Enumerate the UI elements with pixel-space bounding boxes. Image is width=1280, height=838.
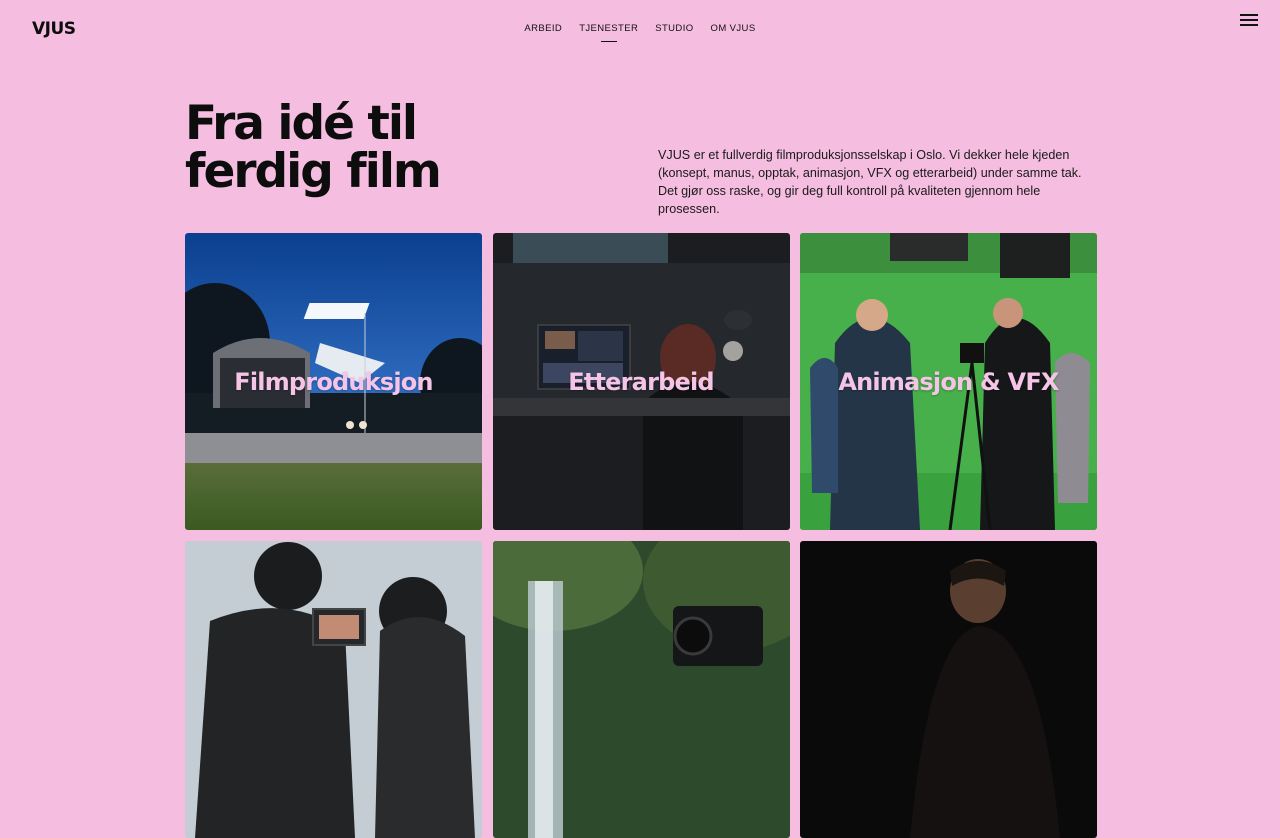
page-title-line-2: ferdig film <box>185 144 442 199</box>
service-card-label: Filmproduksjon <box>234 367 433 396</box>
hamburger-menu-icon[interactable] <box>1240 12 1260 28</box>
service-card-etterarbeid[interactable]: Etterarbeid <box>492 233 790 530</box>
nav-om-vjus[interactable]: OM VJUS <box>711 23 756 37</box>
page-title-line-1: Fra idé til <box>185 96 418 151</box>
service-card-label <box>493 541 790 838</box>
service-card-label <box>185 541 482 838</box>
service-card-label: Animasjon & VFX <box>838 367 1059 396</box>
nav-tjenester[interactable]: TJENESTER <box>579 23 638 37</box>
nav-arbeid[interactable]: ARBEID <box>524 23 562 37</box>
intro-paragraph: VJUS er et fullverdig filmproduksjonssel… <box>658 148 1082 216</box>
page-title: Fra idé til ferdig film <box>185 100 605 196</box>
service-card-6[interactable] <box>800 541 1097 838</box>
service-card-4[interactable] <box>185 541 482 838</box>
service-card-label: Etterarbeid <box>568 367 714 396</box>
nav-studio[interactable]: STUDIO <box>655 23 693 37</box>
service-card-5[interactable] <box>492 541 790 838</box>
main-nav: ARBEID TJENESTER STUDIO OM VJUS <box>0 23 1280 37</box>
service-card-filmproduksjon[interactable]: Filmproduksjon <box>185 233 482 530</box>
services-grid: Filmproduksjon Etterarbeid Animasjon & V… <box>185 233 1098 838</box>
service-card-label <box>800 541 1097 838</box>
site-header: VJUS ARBEID TJENESTER STUDIO OM VJUS <box>0 0 1280 60</box>
service-card-animasjon-vfx[interactable]: Animasjon & VFX <box>800 233 1097 530</box>
